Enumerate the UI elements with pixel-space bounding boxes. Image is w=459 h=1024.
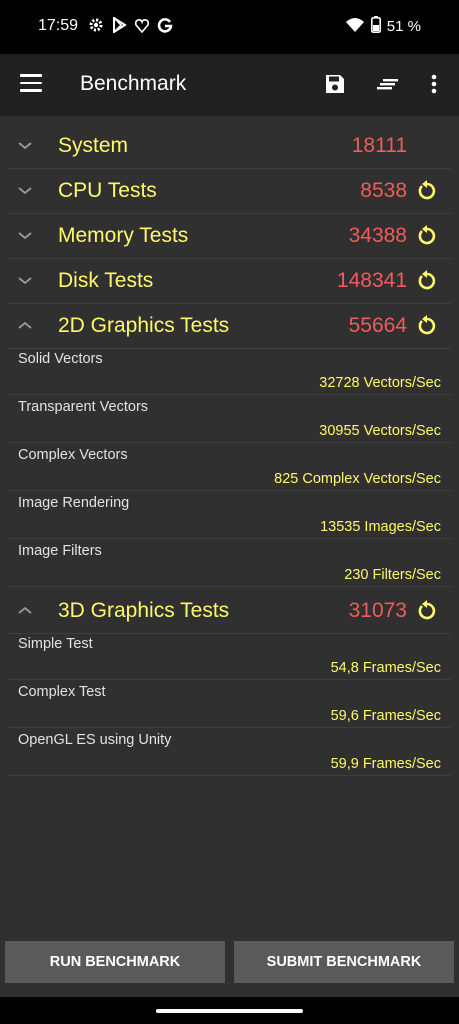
test-value: 54,8 Frames/Sec — [330, 660, 441, 676]
test-label: OpenGL ES using Unity — [18, 732, 172, 748]
app-bar: Benchmark — [0, 54, 459, 116]
rerun-icon[interactable] — [416, 180, 438, 202]
battery-icon — [370, 16, 381, 37]
more-vert-icon[interactable] — [422, 72, 446, 96]
category-name: Disk Tests — [58, 269, 154, 292]
test-row-image-filters: Image Filters 230 Filters/Sec — [8, 539, 451, 587]
chevron-down-icon[interactable] — [16, 181, 34, 199]
heart-shield-icon — [134, 17, 150, 36]
category-cpu-tests[interactable]: CPU Tests 8538 — [8, 169, 451, 214]
category-2d-graphics-tests[interactable]: 2D Graphics Tests 55664 — [8, 304, 451, 349]
category-score: 31073 — [348, 599, 407, 622]
category-name: 2D Graphics Tests — [58, 314, 230, 337]
test-value: 59,9 Frames/Sec — [330, 756, 441, 772]
wifi-icon — [345, 17, 365, 37]
test-label: Image Rendering — [18, 495, 130, 511]
category-score: 34388 — [348, 224, 407, 247]
test-row-complex-test: Complex Test 59,6 Frames/Sec — [8, 680, 451, 728]
category-disk-tests[interactable]: Disk Tests 148341 — [8, 259, 451, 304]
google-g-icon — [157, 17, 173, 36]
test-value: 59,6 Frames/Sec — [330, 708, 441, 724]
test-row-simple-test: Simple Test 54,8 Frames/Sec — [8, 632, 451, 680]
page-title: Benchmark — [80, 72, 187, 95]
chevron-up-icon[interactable] — [16, 601, 34, 619]
rerun-icon[interactable] — [416, 270, 438, 292]
test-row-opengl-es-unity: OpenGL ES using Unity 59,9 Frames/Sec — [8, 728, 451, 776]
test-label: Complex Vectors — [18, 447, 128, 463]
category-name: CPU Tests — [58, 179, 157, 202]
navigation-bar — [0, 997, 459, 1024]
test-value: 825 Complex Vectors/Sec — [274, 471, 441, 487]
status-time: 17:59 — [38, 17, 79, 34]
rerun-icon[interactable] — [416, 315, 438, 337]
test-row-solid-vectors: Solid Vectors 32728 Vectors/Sec — [8, 347, 451, 395]
category-3d-graphics-tests[interactable]: 3D Graphics Tests 31073 — [8, 589, 451, 634]
status-bar: 17:59 51 % — [0, 0, 459, 54]
test-label: Image Filters — [18, 543, 102, 559]
test-row-transparent-vectors: Transparent Vectors 30955 Vectors/Sec — [8, 395, 451, 443]
category-name: System — [58, 134, 129, 157]
test-value: 30955 Vectors/Sec — [319, 423, 441, 439]
sort-icon[interactable] — [376, 72, 400, 96]
category-score: 8538 — [360, 179, 407, 202]
test-label: Transparent Vectors — [18, 399, 149, 415]
status-icons — [88, 16, 173, 36]
submit-benchmark-button[interactable]: SUBMIT BENCHMARK — [234, 941, 454, 983]
battery-percent: 51 % — [386, 18, 421, 35]
play-store-icon — [112, 16, 127, 36]
category-memory-tests[interactable]: Memory Tests 34388 — [8, 214, 451, 259]
test-row-image-rendering: Image Rendering 13535 Images/Sec — [8, 491, 451, 539]
category-system[interactable]: System 18111 — [8, 124, 451, 169]
chevron-down-icon[interactable] — [16, 226, 34, 244]
status-right: 51 % — [345, 16, 421, 37]
test-value: 230 Filters/Sec — [344, 567, 441, 583]
test-row-complex-vectors: Complex Vectors 825 Complex Vectors/Sec — [8, 443, 451, 491]
test-value: 32728 Vectors/Sec — [319, 375, 441, 391]
test-label: Solid Vectors — [18, 351, 103, 367]
rerun-icon[interactable] — [416, 600, 438, 622]
category-score: 55664 — [348, 314, 407, 337]
test-value: 13535 Images/Sec — [320, 519, 441, 535]
home-gesture-handle[interactable] — [156, 1009, 303, 1013]
run-benchmark-button[interactable]: RUN BENCHMARK — [5, 941, 225, 983]
chevron-down-icon[interactable] — [16, 136, 34, 154]
chevron-down-icon[interactable] — [16, 271, 34, 289]
gear-icon — [88, 17, 104, 36]
test-label: Simple Test — [18, 636, 93, 652]
save-icon[interactable] — [323, 72, 347, 96]
category-score: 18111 — [351, 134, 407, 157]
category-score: 148341 — [336, 269, 407, 292]
hamburger-menu-icon[interactable] — [20, 74, 42, 92]
category-name: Memory Tests — [58, 224, 189, 247]
chevron-up-icon[interactable] — [16, 316, 34, 334]
test-label: Complex Test — [18, 684, 106, 700]
rerun-icon[interactable] — [416, 225, 438, 247]
category-name: 3D Graphics Tests — [58, 599, 230, 622]
